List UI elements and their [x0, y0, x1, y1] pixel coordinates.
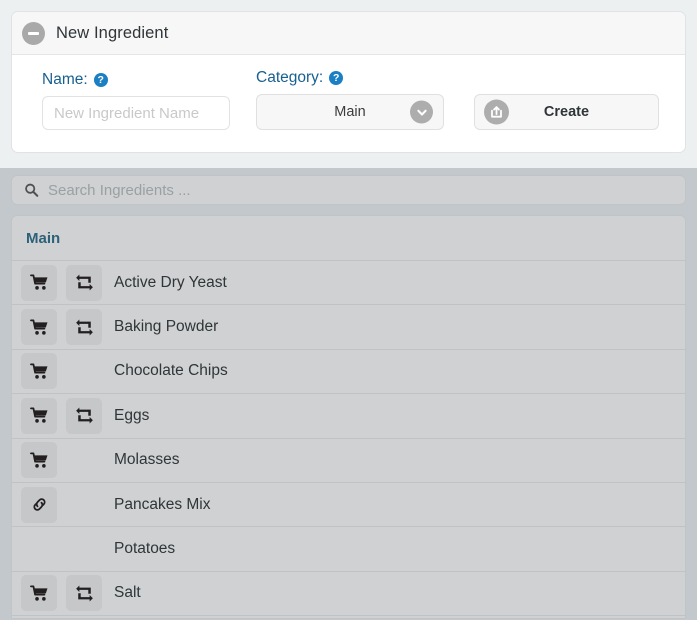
row-icon-group	[12, 353, 102, 390]
icon-slot-empty	[66, 442, 102, 478]
icon-slot-empty	[21, 531, 57, 567]
list-item[interactable]: Salt	[12, 571, 685, 617]
link-icon[interactable]	[21, 486, 57, 523]
chevron-down-icon[interactable]	[410, 100, 433, 124]
exchange-icon[interactable]	[66, 397, 102, 434]
list-item[interactable]: Molasses	[12, 438, 685, 483]
list-item-label: Potatoes	[114, 540, 176, 558]
ingredient-name-input[interactable]	[42, 96, 230, 130]
row-icon-group	[12, 264, 102, 301]
category-field-group: Category: ? Main	[256, 69, 444, 130]
ingredients-list: Main Active Dry Yeast Baking Powder Chocol…	[11, 215, 686, 619]
row-icon-group	[12, 575, 102, 612]
minus-bar	[28, 31, 39, 35]
list-item-label: Baking Powder	[114, 318, 219, 336]
row-icon-group	[12, 486, 102, 523]
panel-header: New Ingredient	[12, 12, 685, 55]
row-icon-group	[12, 309, 102, 346]
list-item[interactable]: Chocolate Chips	[12, 349, 685, 395]
list-item[interactable]: Pancakes Mix	[12, 482, 685, 528]
new-ingredient-panel: New Ingredient Name: ? Category: ? Main	[11, 11, 686, 153]
panel-body: Name: ? Category: ? Main	[12, 55, 685, 152]
category-label: Category: ?	[256, 69, 444, 87]
ingredients-section: Main Active Dry Yeast Baking Powder Chocol…	[0, 168, 697, 620]
name-label-text: Name:	[42, 71, 88, 88]
row-icon-group	[12, 442, 102, 479]
search-icon	[24, 183, 39, 198]
cart-icon[interactable]	[21, 264, 57, 301]
list-group-title: Main	[26, 229, 61, 247]
exchange-icon[interactable]	[66, 264, 102, 301]
category-label-text: Category:	[256, 69, 324, 86]
list-item-label: Eggs	[114, 406, 150, 424]
list-item-label: Salt	[114, 584, 141, 602]
list-item[interactable]: Active Dry Yeast	[12, 261, 685, 306]
list-item[interactable]: Baking Powder	[12, 305, 685, 350]
list-item[interactable]: Eggs	[12, 394, 685, 439]
create-button-label: Create	[543, 104, 590, 120]
create-button[interactable]: Create	[474, 94, 659, 130]
category-select[interactable]: Main	[256, 94, 444, 130]
name-label: Name: ?	[42, 71, 230, 89]
exchange-icon[interactable]	[66, 575, 102, 612]
row-icon-group	[12, 397, 102, 434]
cart-icon[interactable]	[21, 309, 57, 346]
row-icon-group	[12, 531, 102, 567]
list-item-label: Molasses	[114, 451, 180, 469]
icon-slot-empty	[66, 531, 102, 567]
cart-icon[interactable]	[21, 442, 57, 479]
list-item-label: Active Dry Yeast	[114, 273, 227, 291]
list-group-header: Main	[12, 216, 685, 261]
search-input[interactable]	[46, 180, 685, 200]
exchange-icon[interactable]	[66, 309, 102, 346]
list-rows-container: Active Dry Yeast Baking Powder Chocolate C…	[12, 261, 685, 617]
cart-icon[interactable]	[21, 397, 57, 434]
list-item[interactable]: Potatoes	[12, 527, 685, 572]
minus-circle-icon[interactable]	[22, 21, 45, 45]
name-field-group: Name: ?	[42, 71, 230, 130]
name-help-icon[interactable]: ?	[93, 73, 108, 87]
page-title: New Ingredient	[56, 23, 169, 42]
list-item-label: Pancakes Mix	[114, 495, 211, 513]
icon-slot-empty	[66, 487, 102, 523]
list-item-label: Chocolate Chips	[114, 362, 228, 380]
icon-slot-empty	[66, 353, 102, 389]
category-selected-value: Main	[334, 104, 366, 120]
category-help-icon[interactable]: ?	[329, 71, 344, 85]
share-export-icon[interactable]	[484, 99, 509, 125]
search-bar[interactable]	[11, 175, 686, 205]
cart-icon[interactable]	[21, 575, 57, 612]
cart-icon[interactable]	[21, 353, 57, 390]
